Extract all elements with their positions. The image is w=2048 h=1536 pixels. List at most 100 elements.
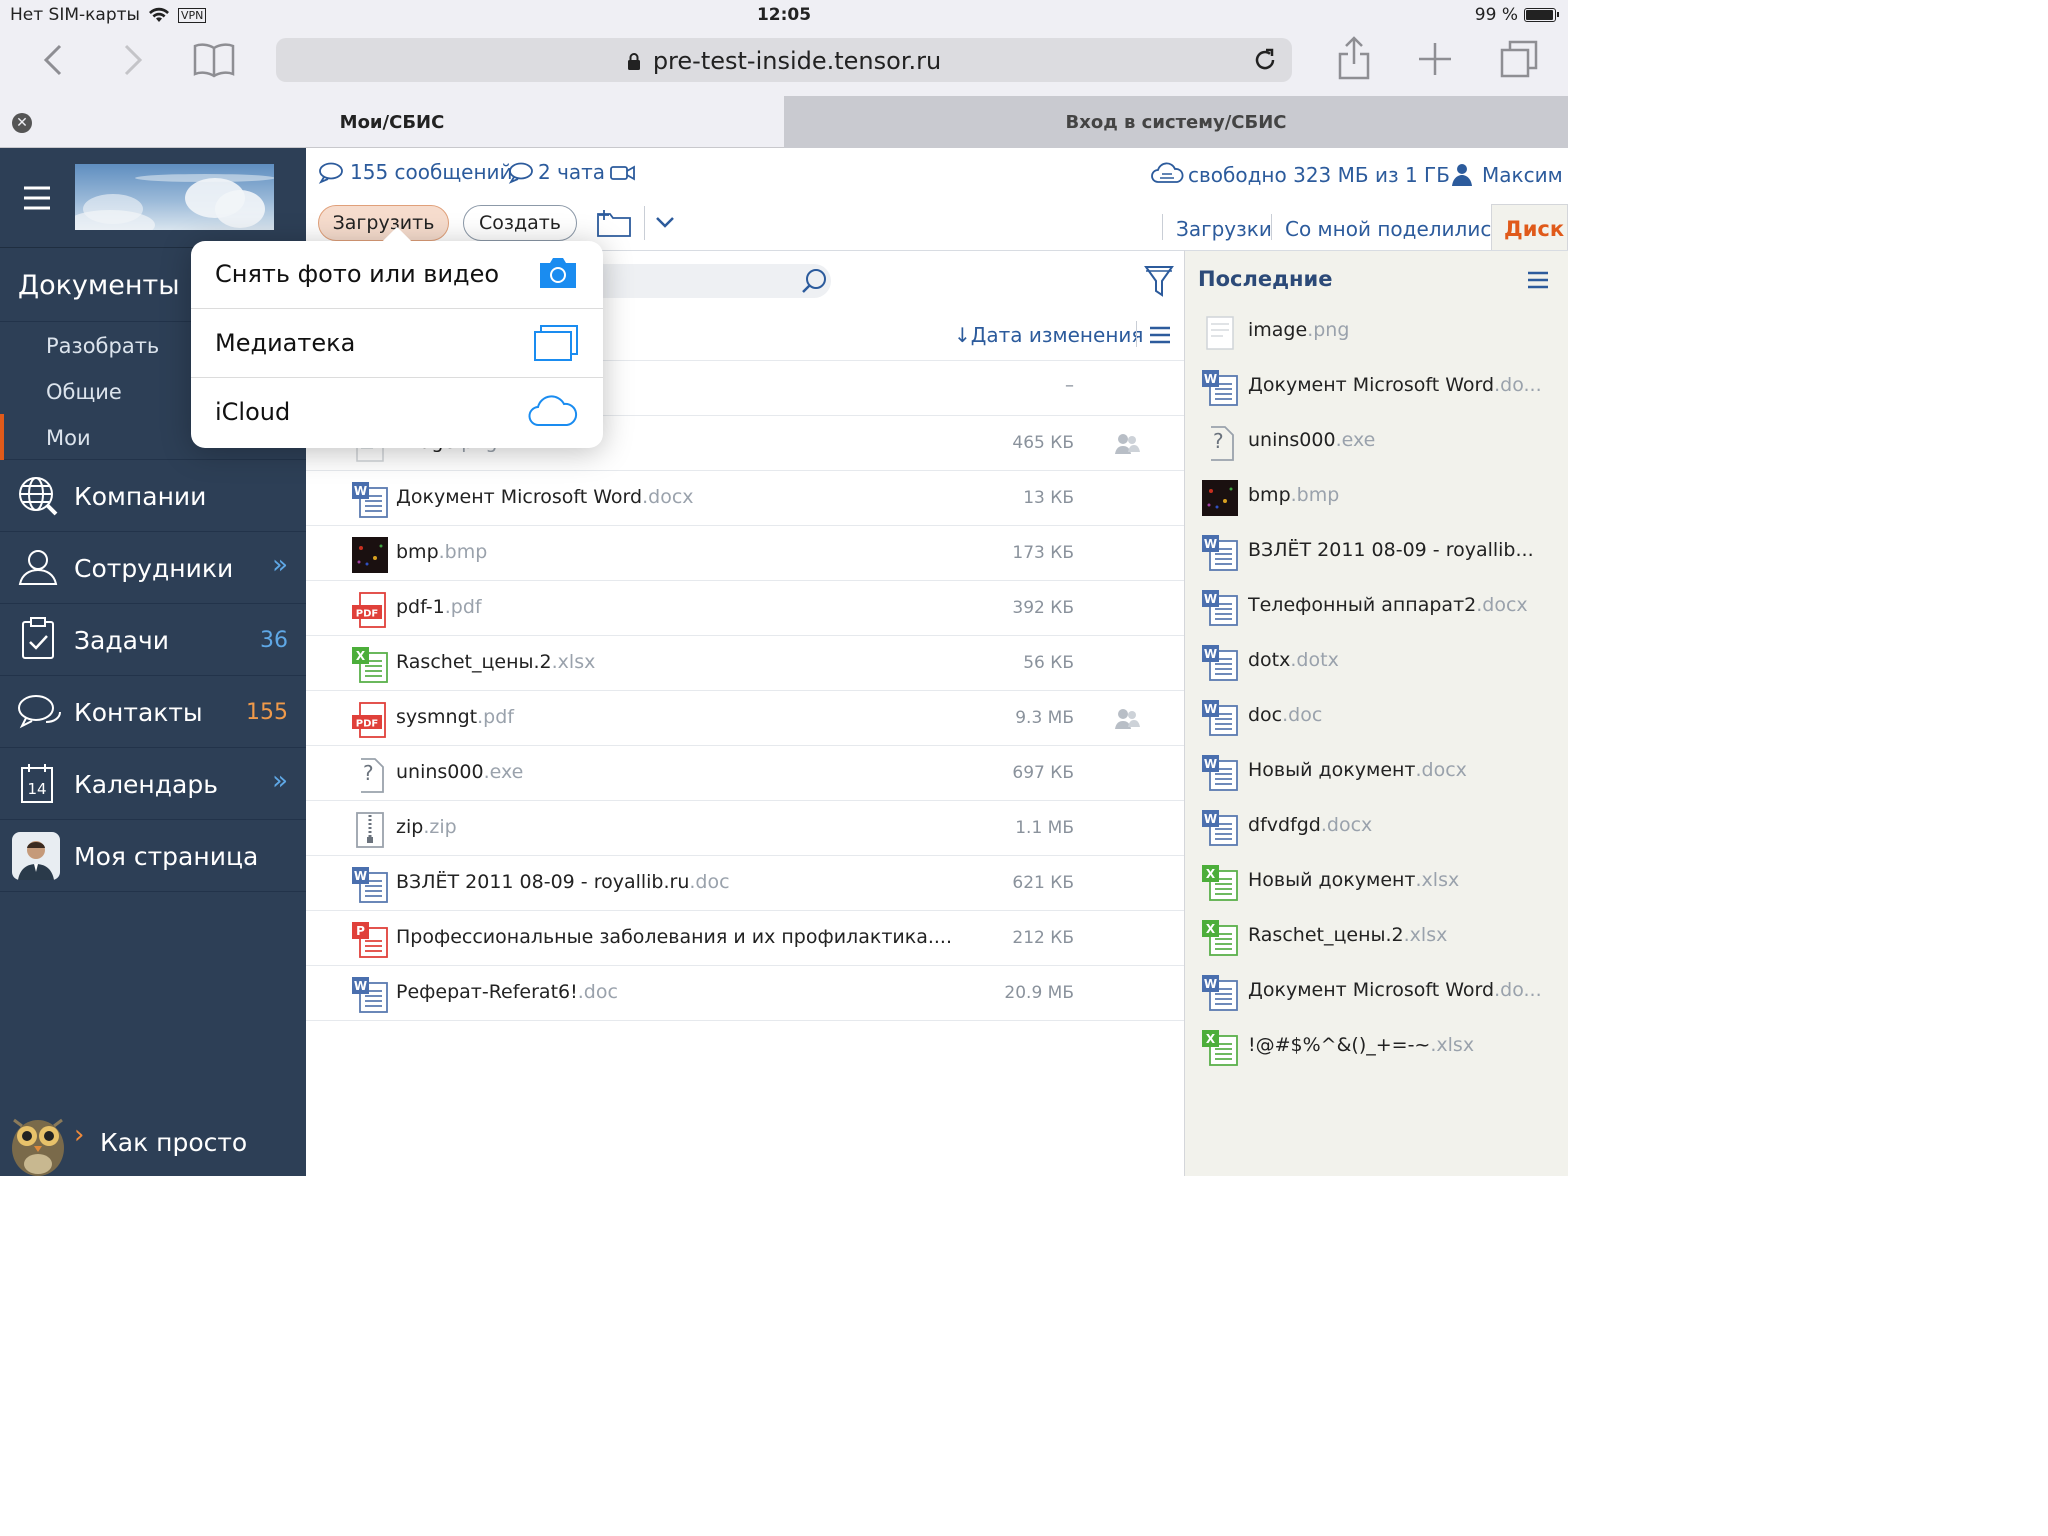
address-bar[interactable]: pre-test-inside.tensor.ru: [276, 38, 1292, 82]
cloud-storage-icon: [1150, 162, 1184, 188]
recent-file-name: Документ Microsoft Word.do...: [1248, 374, 1542, 396]
close-tab-icon[interactable]: ✕: [12, 113, 32, 133]
recent-item[interactable]: Wdfvdfgd.docx: [1201, 801, 1561, 856]
file-name: Raschet_цены.2.xlsx: [396, 651, 596, 673]
forward-icon[interactable]: [118, 42, 146, 78]
nav-label: Сотрудники: [74, 554, 234, 583]
svg-text:W: W: [1204, 702, 1217, 716]
recent-item[interactable]: X Raschet_цены.2.xlsx: [1201, 911, 1561, 966]
nav-companies[interactable]: Компании: [0, 460, 306, 532]
browser-tabs: ✕ Мои/СБИС Вход в систему/СБИС: [0, 96, 1568, 148]
storage-info[interactable]: свободно 323 МБ из 1 ГБ: [1188, 163, 1450, 187]
recent-item[interactable]: W Новый документ.docx: [1201, 746, 1561, 801]
recent-item[interactable]: bmp.bmp: [1201, 471, 1561, 526]
recent-item[interactable]: Wdotx.dotx: [1201, 636, 1561, 691]
nav-my-page[interactable]: Моя страница: [0, 820, 306, 892]
nav-label: Контакты: [74, 698, 203, 727]
word-file-icon: W: [1201, 699, 1239, 737]
pdf-file-icon: PDF: [351, 591, 389, 629]
nav-sub-obshie[interactable]: Общие: [46, 380, 122, 404]
list-menu-icon[interactable]: [1150, 326, 1170, 344]
file-row[interactable]: ? unins000.exe 697 КБ: [306, 746, 1184, 801]
tab-login-sbis[interactable]: Вход в систему/СБИС: [784, 96, 1568, 148]
nav-tasks[interactable]: Задачи 36: [0, 604, 306, 676]
recent-item[interactable]: ? unins000.exe: [1201, 416, 1561, 471]
hamburger-menu-icon[interactable]: [24, 186, 50, 210]
share-icon[interactable]: [1336, 34, 1372, 80]
nav-sub-razobrat[interactable]: Разобрать: [46, 334, 159, 358]
tab-shared-with-me[interactable]: Со мной поделились: [1285, 217, 1503, 241]
file-size: 56 КБ: [1023, 653, 1074, 673]
word-file-icon: W: [1201, 974, 1239, 1012]
recent-item[interactable]: X !@#$%^&()_+=-~.xlsx: [1201, 1021, 1561, 1076]
file-size: 1.1 МБ: [1015, 818, 1074, 838]
people-icon: [16, 546, 60, 590]
recent-item[interactable]: Wdoc.doc: [1201, 691, 1561, 746]
nav-documents-label[interactable]: Документы: [18, 270, 180, 301]
sort-by-date[interactable]: ↓Дата изменения: [954, 323, 1143, 347]
nav-employees[interactable]: Сотрудники »: [0, 532, 306, 604]
back-icon[interactable]: [40, 42, 68, 78]
messages-link[interactable]: 155 сообщений: [350, 160, 513, 184]
file-name: zip.zip: [396, 816, 457, 838]
sort-label: Дата изменения: [970, 323, 1144, 347]
nav-sub-moi[interactable]: Мои: [46, 426, 91, 450]
svg-text:W: W: [1204, 757, 1217, 771]
popover-media-library[interactable]: Медиатека: [191, 310, 603, 378]
popover-take-photo[interactable]: Снять фото или видео: [191, 241, 603, 309]
file-row[interactable]: X Raschet_цены.2.xlsx 56 КБ: [306, 636, 1184, 691]
recent-item[interactable]: W Документ Microsoft Word.do...: [1201, 361, 1561, 416]
file-row[interactable]: P Профессиональные заболевания и их профи…: [306, 911, 1184, 966]
filter-icon[interactable]: [1144, 263, 1174, 299]
pdf-file-icon: PDF: [351, 701, 389, 739]
file-row[interactable]: PDF sysmngt.pdf 9.3 МБ: [306, 691, 1184, 746]
new-tab-icon[interactable]: [1416, 40, 1454, 78]
recent-title: Последние: [1198, 267, 1333, 291]
user-name[interactable]: Максим: [1482, 163, 1563, 187]
search-input[interactable]: [586, 264, 831, 298]
recent-menu-icon[interactable]: [1528, 271, 1548, 289]
chats-link[interactable]: 2 чата: [538, 160, 605, 184]
svg-text:?: ?: [363, 761, 374, 785]
popover-icloud[interactable]: iCloud: [191, 379, 603, 447]
recent-item[interactable]: image.png: [1201, 306, 1561, 361]
reload-icon[interactable]: [1252, 47, 1278, 73]
file-row[interactable]: W Документ Microsoft Word.docx 13 КБ: [306, 471, 1184, 526]
expand-chevron-icon[interactable]: »: [272, 766, 288, 796]
file-row[interactable]: PDF pdf-1.pdf 392 КБ: [306, 581, 1184, 636]
bookmarks-icon[interactable]: [192, 42, 236, 78]
tab-moi-sbis[interactable]: ✕ Мои/СБИС: [0, 96, 784, 148]
file-row[interactable]: bmp.bmp 173 КБ: [306, 526, 1184, 581]
shared-users-icon[interactable]: [1114, 432, 1140, 456]
recent-item[interactable]: W Документ Microsoft Word.do...: [1201, 966, 1561, 1021]
clock: 12:05: [756, 5, 812, 25]
tab-downloads[interactable]: Загрузки: [1176, 217, 1272, 241]
create-button[interactable]: Создать: [463, 205, 577, 241]
tab-disk-active[interactable]: Диск: [1491, 204, 1568, 252]
expand-chevron-icon[interactable]: »: [272, 550, 288, 580]
excel-file-icon: X: [1201, 1029, 1239, 1067]
recent-item[interactable]: X Новый документ.xlsx: [1201, 856, 1561, 911]
upload-button[interactable]: Загрузить: [318, 205, 449, 241]
file-row[interactable]: zip.zip 1.1 МБ: [306, 801, 1184, 856]
word-file-icon: W: [1201, 754, 1239, 792]
file-size: 392 КБ: [1012, 598, 1074, 618]
search-icon[interactable]: [800, 267, 828, 295]
excel-file-icon: X: [351, 646, 389, 684]
tabs-overview-icon[interactable]: [1498, 38, 1540, 80]
svg-text:W: W: [1204, 977, 1217, 991]
recent-item[interactable]: W Телефонный аппарат2.docx: [1201, 581, 1561, 636]
help-label: Как просто: [100, 1128, 248, 1157]
recent-item[interactable]: W ВЗЛЁТ 2011 08-09 - royallib...: [1201, 526, 1561, 581]
chevron-down-icon[interactable]: [655, 216, 675, 230]
chat-bubbles-icon: [16, 692, 62, 732]
help-section[interactable]: › Как просто: [0, 1104, 306, 1176]
file-row[interactable]: W Реферат-Referat6!.doc 20.9 МБ: [306, 966, 1184, 1021]
video-camera-icon[interactable]: [610, 164, 636, 182]
nav-contacts[interactable]: Контакты 155: [0, 676, 306, 748]
shared-users-icon[interactable]: [1114, 707, 1140, 731]
tab-label: Вход в систему/СБИС: [1065, 112, 1287, 133]
file-row[interactable]: W ВЗЛЁТ 2011 08-09 - royallib.ru.doc 621 К…: [306, 856, 1184, 911]
add-folder-icon[interactable]: [594, 206, 634, 238]
nav-calendar[interactable]: 14 Календарь »: [0, 748, 306, 820]
